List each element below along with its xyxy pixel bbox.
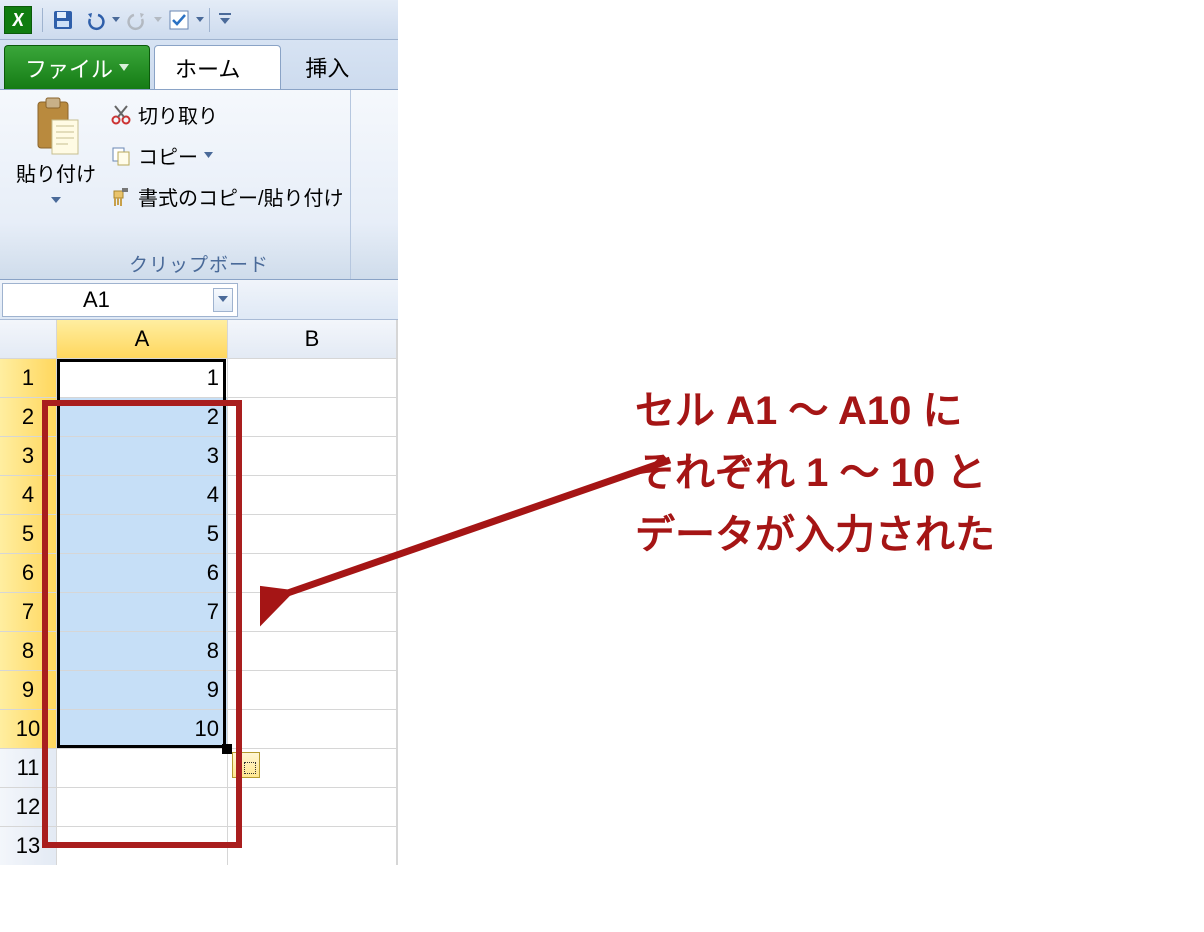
row-header-11[interactable]: 11 <box>0 749 56 787</box>
cell-A1[interactable]: 1 <box>57 359 227 397</box>
cell-A13[interactable] <box>57 827 227 865</box>
name-box-dropdown[interactable] <box>213 288 233 312</box>
cell-A8[interactable]: 8 <box>57 632 227 670</box>
format-painter-button[interactable]: 書式のコピー/貼り付け <box>110 182 344 211</box>
qat-customize[interactable] <box>216 6 234 34</box>
tab-home[interactable]: ホーム <box>154 45 281 89</box>
row-header-3[interactable]: 3 <box>0 437 56 475</box>
copy-button[interactable]: コピー <box>110 141 344 170</box>
annotation-line-3: データが入力された <box>635 504 995 566</box>
row-header-13[interactable]: 13 <box>0 827 56 865</box>
cell-B5[interactable] <box>228 515 396 553</box>
paintbrush-icon <box>110 186 132 208</box>
scissors-icon <box>110 104 132 126</box>
cut-button[interactable]: 切り取り <box>110 100 344 129</box>
cell-B11[interactable] <box>228 749 396 787</box>
cell-B7[interactable] <box>228 593 396 631</box>
cell-B3[interactable] <box>228 437 396 475</box>
cell-A4[interactable]: 4 <box>57 476 227 514</box>
annotation-line-1: セル A1 ～ A10 に <box>635 380 995 442</box>
tab-file-label: ファイル <box>25 52 113 84</box>
quick-access-toolbar: X <box>0 0 398 40</box>
spreadsheet-grid[interactable]: A B 1 1 2 2 3 3 4 4 5 5 6 6 7 7 8 8 9 9 … <box>0 320 398 865</box>
cell-B10[interactable] <box>228 710 396 748</box>
cell-A6[interactable]: 6 <box>57 554 227 592</box>
cell-B9[interactable] <box>228 671 396 709</box>
excel-window: X ファイル ホーム 挿入 貼り付け <box>0 0 398 932</box>
save-button[interactable] <box>49 6 77 34</box>
cell-B6[interactable] <box>228 554 396 592</box>
select-all-corner[interactable] <box>0 320 56 358</box>
cell-B1[interactable] <box>228 359 396 397</box>
copy-icon <box>110 145 132 167</box>
cell-A11[interactable] <box>57 749 227 787</box>
ribbon-tabs: ファイル ホーム 挿入 <box>0 40 398 90</box>
row-header-12[interactable]: 12 <box>0 788 56 826</box>
row-header-6[interactable]: 6 <box>0 554 56 592</box>
cell-B8[interactable] <box>228 632 396 670</box>
row-header-5[interactable]: 5 <box>0 515 56 553</box>
excel-app-icon[interactable]: X <box>4 6 32 34</box>
clipboard-icon <box>32 96 80 156</box>
row-header-4[interactable]: 4 <box>0 476 56 514</box>
formula-bar[interactable] <box>238 283 398 317</box>
annotation-line-2: それぞれ 1 ～ 10 と <box>635 442 995 504</box>
row-header-9[interactable]: 9 <box>0 671 56 709</box>
cell-B2[interactable] <box>228 398 396 436</box>
redo-button[interactable] <box>123 6 151 34</box>
paste-dropdown[interactable] <box>51 191 61 209</box>
tab-home-label: ホーム <box>175 52 240 84</box>
cell-A12[interactable] <box>57 788 227 826</box>
undo-button[interactable] <box>81 6 109 34</box>
row-header-1[interactable]: 1 <box>0 359 56 397</box>
copy-label: コピー <box>138 141 198 170</box>
annotation-text: セル A1 ～ A10 に それぞれ 1 ～ 10 と データが入力された <box>635 380 995 566</box>
cell-B4[interactable] <box>228 476 396 514</box>
row-header-2[interactable]: 2 <box>0 398 56 436</box>
col-header-A[interactable]: A <box>57 320 227 358</box>
tab-insert[interactable]: 挿入 <box>285 45 369 89</box>
row-header-8[interactable]: 8 <box>0 632 56 670</box>
cell-A5[interactable]: 5 <box>57 515 227 553</box>
tab-file[interactable]: ファイル <box>4 45 150 89</box>
clipboard-group-label: クリップボード <box>0 248 398 283</box>
cut-label: 切り取り <box>138 100 218 129</box>
redo-dropdown[interactable] <box>153 17 163 23</box>
row-header-7[interactable]: 7 <box>0 593 56 631</box>
undo-dropdown[interactable] <box>111 17 121 23</box>
cell-A7[interactable]: 7 <box>57 593 227 631</box>
tab-insert-label: 挿入 <box>305 51 349 83</box>
check-button[interactable] <box>165 6 193 34</box>
format-painter-label: 書式のコピー/貼り付け <box>138 182 344 211</box>
col-header-B[interactable]: B <box>228 320 396 358</box>
cell-A9[interactable]: 9 <box>57 671 227 709</box>
name-box-value: A1 <box>83 287 110 313</box>
check-dropdown[interactable] <box>195 17 205 23</box>
formula-bar-row: A1 <box>0 280 398 320</box>
name-box[interactable]: A1 <box>2 283 238 317</box>
qat-separator-2 <box>209 8 210 32</box>
cell-A3[interactable]: 3 <box>57 437 227 475</box>
cell-B13[interactable] <box>228 827 396 865</box>
row-header-10[interactable]: 10 <box>0 710 56 748</box>
paste-label: 貼り付け <box>16 158 96 187</box>
qat-separator <box>42 8 43 32</box>
cell-A2[interactable]: 2 <box>57 398 227 436</box>
cell-A10[interactable]: 10 <box>57 710 227 748</box>
cell-B12[interactable] <box>228 788 396 826</box>
chevron-down-icon <box>204 152 213 159</box>
